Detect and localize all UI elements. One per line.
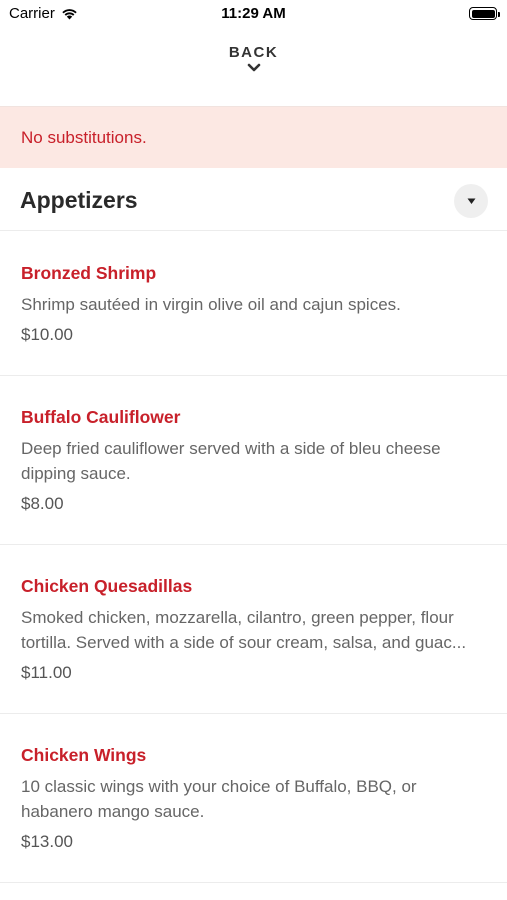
- battery-level: [471, 9, 495, 18]
- battery-icon: [469, 7, 500, 20]
- status-bar: Carrier 11:29 AM: [0, 0, 507, 30]
- item-price: $11.00: [21, 663, 72, 682]
- menu-item[interactable]: Chicken Quesadillas Smoked chicken, mozz…: [0, 545, 507, 714]
- menu-list: Bronzed Shrimp Shrimp sautéed in virgin …: [0, 232, 507, 883]
- battery-cap: [498, 11, 500, 17]
- notice-text: No substitutions.: [21, 128, 147, 147]
- section-title: Appetizers: [20, 187, 138, 213]
- section-toggle-button[interactable]: [454, 184, 488, 218]
- chevron-down-icon: [247, 63, 260, 72]
- caret-down-icon: [467, 198, 475, 204]
- item-price: $10.00: [21, 325, 73, 344]
- menu-item[interactable]: Chicken Wings 10 classic wings with your…: [0, 714, 507, 883]
- item-price: $13.00: [21, 832, 73, 851]
- item-description: Smoked chicken, mozzarella, cilantro, gr…: [21, 608, 467, 652]
- back-button[interactable]: BACK: [0, 44, 507, 73]
- item-name: Chicken Quesadillas: [21, 576, 193, 596]
- section-header[interactable]: Appetizers: [0, 168, 507, 231]
- item-name: Bronzed Shrimp: [21, 263, 157, 283]
- status-time: 11:29 AM: [221, 5, 286, 22]
- menu-item[interactable]: Buffalo Cauliflower Deep fried cauliflow…: [0, 376, 507, 545]
- item-price: $8.00: [21, 494, 64, 513]
- item-name: Chicken Wings: [21, 745, 147, 765]
- item-description: Shrimp sautéed in virgin olive oil and c…: [21, 295, 401, 314]
- menu-item[interactable]: Bronzed Shrimp Shrimp sautéed in virgin …: [0, 232, 507, 376]
- back-label: BACK: [228, 44, 279, 61]
- item-description: Deep fried cauliflower served with a sid…: [21, 439, 441, 483]
- notice-banner: No substitutions.: [0, 106, 507, 168]
- item-description: 10 classic wings with your choice of Buf…: [21, 777, 417, 821]
- item-name: Buffalo Cauliflower: [21, 407, 181, 427]
